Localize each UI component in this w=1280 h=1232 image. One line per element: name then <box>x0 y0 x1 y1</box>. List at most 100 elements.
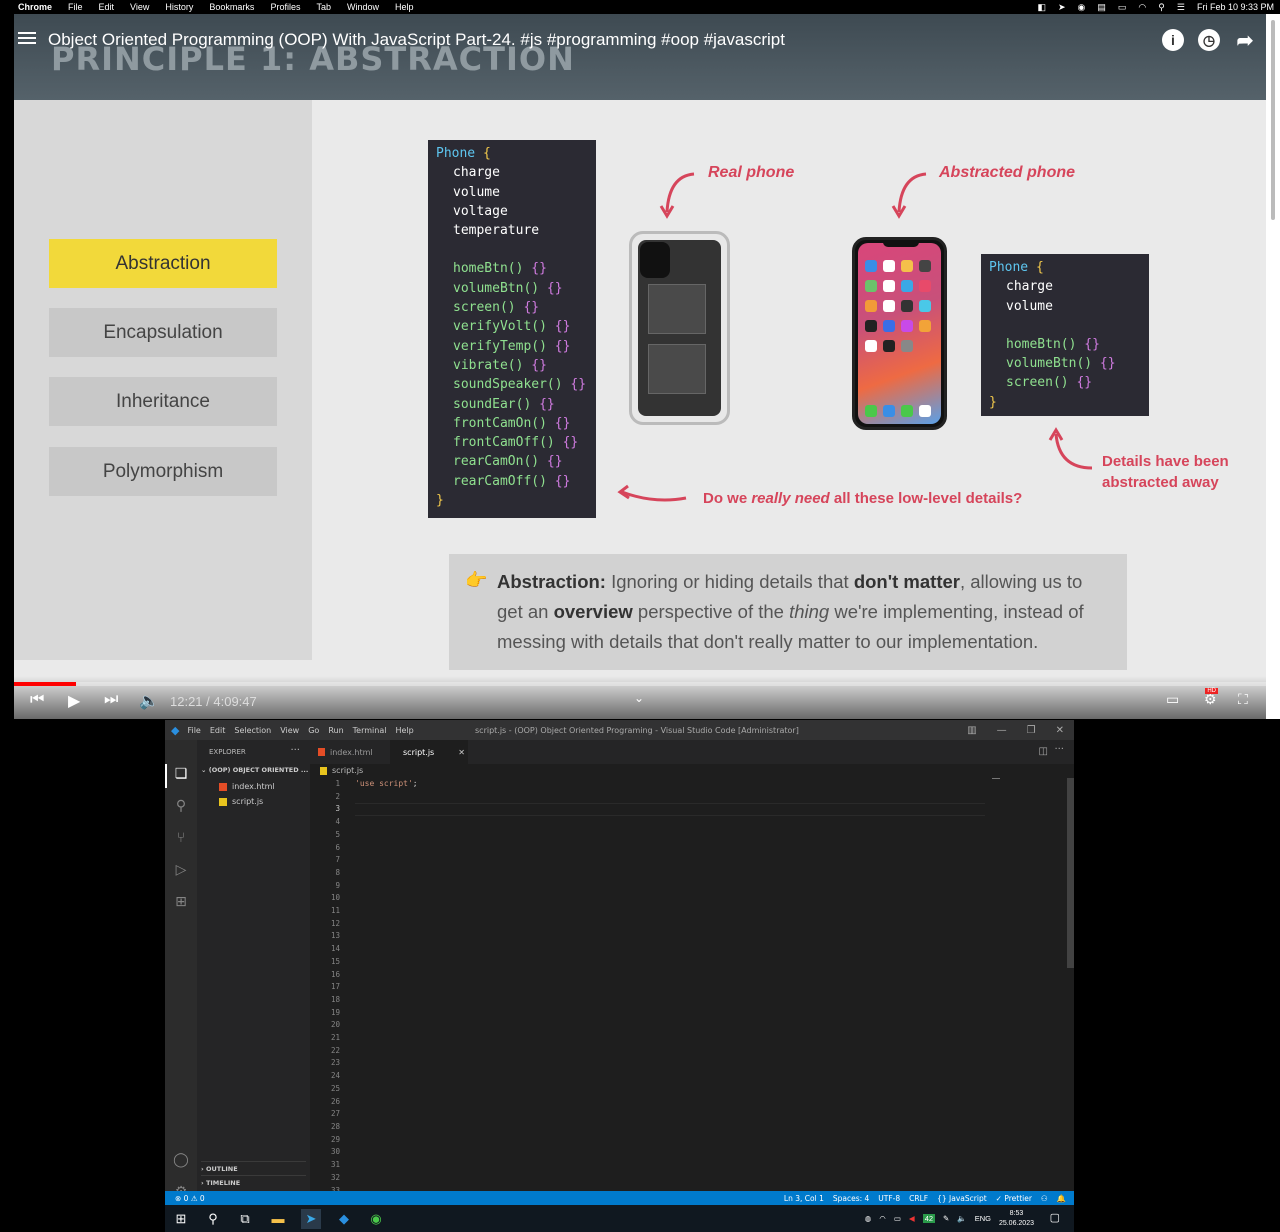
menu-help[interactable]: Help <box>395 2 414 12</box>
principle-encapsulation: Encapsulation <box>49 308 277 357</box>
file-index-html[interactable]: index.html <box>219 782 275 791</box>
indentation[interactable]: Spaces: 4 <box>833 1194 869 1203</box>
tray-red-icon[interactable]: ◀ <box>909 1214 915 1223</box>
telegram-icon[interactable]: ➤ <box>1058 2 1066 13</box>
timeline-section[interactable]: › TIMELINE <box>201 1175 306 1187</box>
encoding[interactable]: UTF-8 <box>878 1194 900 1203</box>
close-tab-icon[interactable]: ✕ <box>458 748 465 757</box>
line-ending[interactable]: CRLF <box>909 1194 928 1203</box>
progress-bar[interactable] <box>14 682 1266 686</box>
tab-index-html[interactable]: index.html <box>310 740 390 764</box>
exit-fullscreen-icon[interactable]: ⛶ <box>1238 691 1248 708</box>
editor-more-icon[interactable]: ··· <box>1054 744 1064 755</box>
video-title[interactable]: Object Oriented Programming (OOP) With J… <box>48 30 785 50</box>
line-number: 3 <box>335 804 340 814</box>
captions-icon[interactable]: ▭ <box>1166 691 1179 708</box>
vs-menu-view[interactable]: View <box>280 726 299 735</box>
task-view-icon[interactable]: ⧉ <box>235 1209 255 1229</box>
file-explorer-icon[interactable]: ▬ <box>268 1209 288 1229</box>
explorer-icon[interactable]: ❏ <box>172 766 190 784</box>
vs-menu-selection[interactable]: Selection <box>234 726 271 735</box>
layout-icon[interactable]: ▥ <box>967 725 976 736</box>
menu-edit[interactable]: Edit <box>99 2 115 12</box>
menu-app-chrome[interactable]: Chrome <box>18 2 52 12</box>
telegram-taskbar-icon[interactable]: ➤ <box>301 1209 321 1229</box>
more-actions-icon[interactable]: ··· <box>290 745 300 756</box>
live-share-icon[interactable]: ⚇ <box>1041 1194 1048 1203</box>
volume-icon[interactable]: 🔈 <box>139 691 159 711</box>
cursor-position[interactable]: Ln 3, Col 1 <box>784 1194 824 1203</box>
restore-icon[interactable]: ❐ <box>1027 725 1036 736</box>
taskbar-clock[interactable]: 8:53 25.06.2023 <box>999 1209 1034 1229</box>
menu-window[interactable]: Window <box>347 2 379 12</box>
wifi-icon[interactable]: ◠ <box>1138 2 1146 13</box>
menu-history[interactable]: History <box>165 2 193 12</box>
chevron-down-icon[interactable]: ⌄ <box>634 691 644 705</box>
project-folder[interactable]: ⌄ (OOP) OBJECT ORIENTED ... <box>201 766 308 774</box>
code-prop: charge <box>453 165 500 181</box>
tray-speaker-icon[interactable]: 🔈 <box>957 1214 966 1223</box>
account-icon[interactable]: ◯ <box>172 1152 190 1170</box>
vs-menu-edit[interactable]: Edit <box>210 726 226 735</box>
editor-scrollbar[interactable] <box>1067 778 1074 968</box>
spotlight-search-icon[interactable]: ⚲ <box>1158 2 1165 13</box>
line-number: 11 <box>330 906 340 916</box>
vs-menu-file[interactable]: File <box>187 726 200 735</box>
control-center-icon[interactable]: ☰ <box>1177 2 1185 13</box>
vscode-taskbar-icon[interactable]: ◆ <box>334 1209 354 1229</box>
search-icon[interactable]: ⚲ <box>172 798 190 816</box>
code-editor[interactable]: 1 2 3 4 5 6 7 8 9 10 11 12 13 14 15 16 17 18 19 20 21 22 23 24 2… <box>310 778 1074 1195</box>
menu-file[interactable]: File <box>68 2 83 12</box>
minimap[interactable] <box>992 778 1000 779</box>
chrome-taskbar-icon[interactable]: ◉ <box>366 1209 386 1229</box>
file-script-js[interactable]: script.js <box>219 797 263 806</box>
extensions-icon[interactable]: ⊞ <box>172 894 190 912</box>
screen-record-icon[interactable]: ◧ <box>1037 2 1046 13</box>
taskbar-search-icon[interactable]: ⚲ <box>203 1209 223 1229</box>
notifications-icon[interactable]: 🔔 <box>1057 1194 1066 1203</box>
previous-icon[interactable]: ⏮ <box>30 691 44 709</box>
code-method: screen() {} <box>453 300 540 316</box>
time-display: 12:21 / 4:09:47 <box>170 694 257 709</box>
language-mode[interactable]: {} JavaScript <box>937 1194 987 1203</box>
tray-globe-icon[interactable]: ◍ <box>865 1214 872 1223</box>
menu-view[interactable]: View <box>130 2 149 12</box>
split-editor-icon[interactable]: ◫ <box>1039 746 1048 757</box>
tray-pen-icon[interactable]: ✎ <box>943 1214 949 1223</box>
menu-bookmarks[interactable]: Bookmarks <box>209 2 254 12</box>
prettier-status[interactable]: ✓ Prettier <box>996 1194 1032 1203</box>
source-control-icon[interactable]: ⑂ <box>172 830 190 848</box>
battery-icon[interactable]: ▭ <box>1118 2 1127 13</box>
line-number: 9 <box>335 880 340 890</box>
vs-menu-go[interactable]: Go <box>308 726 319 735</box>
minimize-icon[interactable]: — <box>997 725 1007 736</box>
breadcrumb[interactable]: script.js <box>320 766 363 775</box>
language-indicator[interactable]: ENG <box>975 1214 991 1223</box>
tray-wifi-icon[interactable]: ◠ <box>879 1214 886 1223</box>
share-icon[interactable]: ➦ <box>1234 29 1256 52</box>
video-player[interactable]: PRINCIPLE 1: ABSTRACTION Object Oriented… <box>14 14 1266 719</box>
problems-indicator[interactable]: ⊗ 0 ⚠ 0 <box>165 1194 205 1203</box>
tab-script-js[interactable]: script.js ✕ <box>390 740 468 764</box>
info-icon[interactable]: i <box>1162 29 1184 51</box>
tray-badge[interactable]: 42 <box>922 1214 936 1223</box>
tray-battery-icon[interactable]: ▭ <box>894 1214 901 1223</box>
next-icon[interactable]: ⏭ <box>104 691 118 709</box>
vs-menu-terminal[interactable]: Terminal <box>353 726 387 735</box>
action-center-icon[interactable]: ▢ <box>1050 1211 1060 1224</box>
watch-later-clock-icon[interactable]: ◷ <box>1198 29 1220 51</box>
page-scrollbar[interactable] <box>1266 14 1280 719</box>
windows-start-icon[interactable]: ⊞ <box>171 1209 191 1229</box>
run-debug-icon[interactable]: ▷ <box>172 862 190 880</box>
play-icon[interactable]: ▶ <box>68 691 80 711</box>
menu-profiles[interactable]: Profiles <box>270 2 300 12</box>
playlist-menu-icon[interactable] <box>18 32 36 47</box>
vs-menu-help[interactable]: Help <box>395 726 413 735</box>
close-window-icon[interactable]: ✕ <box>1056 725 1064 736</box>
outline-section[interactable]: › OUTLINE <box>201 1161 306 1173</box>
keyboard-icon[interactable]: ▤ <box>1097 2 1106 13</box>
media-icon[interactable]: ◉ <box>1078 2 1086 13</box>
menu-tab[interactable]: Tab <box>316 2 331 12</box>
code-content[interactable]: 'use script'; <box>355 778 418 791</box>
vs-menu-run[interactable]: Run <box>328 726 343 735</box>
